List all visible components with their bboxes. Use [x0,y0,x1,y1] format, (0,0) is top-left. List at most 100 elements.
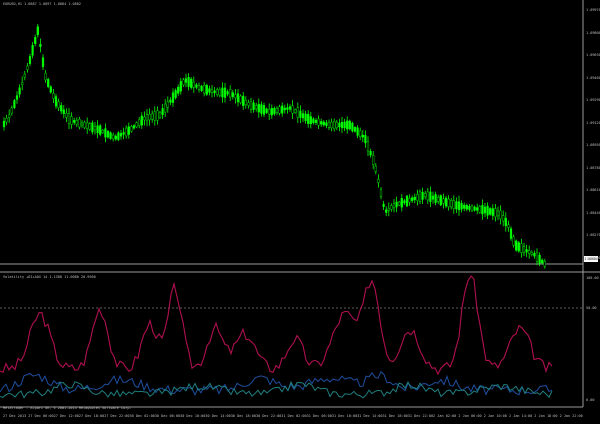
candle-body [164,103,167,113]
candle-body [535,251,539,262]
indicator-tick-label: 0.00 [586,398,595,402]
candle-body [148,114,151,121]
candle-body [132,125,136,129]
candle-body [437,197,440,202]
candle-body [262,105,266,115]
candle-body [99,125,102,135]
candle-body [346,120,349,130]
chart-svg[interactable] [0,0,600,420]
candle-body [283,107,286,111]
chart-canvas[interactable] [0,0,600,420]
candle-body [504,217,507,226]
candle-body [403,200,406,204]
price-tick-label: 1.08950 [586,143,600,147]
candle-body [382,203,385,207]
indicator-title: Volatility +DI+ADX 14 1.1388 11.0080 20.… [3,275,96,279]
candle-body [21,81,24,85]
candle-body [320,121,323,125]
candle-body [450,200,453,208]
candle-body [496,210,500,217]
candle-body [429,191,432,202]
candle-body [528,250,531,254]
candle-body [36,26,39,36]
candle-body [195,84,198,88]
candle-body [114,135,117,140]
time-tick-label: 2 Jan 18:00 [534,414,558,418]
candle-body [372,155,375,165]
candle-body [83,121,86,128]
candle-body [408,198,411,203]
candle-body [442,198,445,204]
candle-body [179,81,182,92]
candle-body [317,118,320,126]
candle-body [314,120,318,123]
candle-body [101,129,104,134]
candle-body [325,122,328,126]
candle-body [249,101,253,110]
candle-body [340,121,344,129]
time-tick-label: 31 Dec 14:00 [357,414,383,418]
time-tick-label: 27 Dec 2013 [3,414,27,418]
candle-body [200,85,203,91]
candle-body [52,93,55,99]
candle-body [390,205,393,210]
candle-body [447,198,450,207]
candle-body [356,127,359,136]
candle-body [49,86,52,93]
candle-body [57,101,60,108]
candle-body [13,100,16,108]
candle-body [166,101,169,108]
candle-body [67,113,71,124]
time-tick-label: 31 Dec 22:00 [407,414,434,418]
candle-body [8,114,11,118]
candle-body [158,112,162,118]
candle-body [47,79,50,87]
candle-body [299,110,302,118]
candle-body [171,92,175,103]
status-footer: MetaTrader - Alpari UK, © 2001-2013 Meta… [3,406,132,410]
candle-body [70,116,73,125]
candle-body [208,88,211,93]
candle-body [93,126,97,131]
candle-body [156,110,159,121]
candle-body [182,79,185,86]
candle-body [379,189,383,197]
candle-body [348,120,351,130]
candle-body [424,193,427,197]
candle-body [244,99,247,106]
candle-body [239,95,242,103]
candle-body [260,104,263,114]
price-tick-label: 1.08440 [586,210,600,215]
candle-body [330,121,333,129]
candle-body [322,121,325,126]
candle-body [75,120,78,125]
candle-body [291,105,294,114]
price-tick-label: 1.08270 [586,233,600,237]
candle-body [296,107,299,118]
price-tick-label: 1.08100 [586,255,600,260]
candle-body [361,134,364,138]
candle-body [434,194,437,203]
candle-body [385,209,388,213]
candle-body [10,107,13,114]
candle-body [515,240,518,251]
time-tick-label: 31 Dec 10:00 [331,414,358,418]
time-tick-label: 30 Dec 02:00 [129,414,155,418]
candle-body [268,109,271,115]
candle-body [184,78,188,83]
candle-body [153,111,156,121]
candle-body [294,109,297,113]
candle-body [270,107,273,116]
candle-body [203,84,206,94]
candle-body [213,90,216,94]
candles[interactable] [2,23,546,269]
candle-body [517,242,520,252]
candle-body [161,108,164,115]
candle-body [455,201,458,210]
candle-body [312,118,315,124]
candle-body [530,252,533,255]
candle-body [468,206,471,210]
candle-body [247,102,250,106]
candle-body [127,126,130,135]
candle-body [286,107,289,110]
